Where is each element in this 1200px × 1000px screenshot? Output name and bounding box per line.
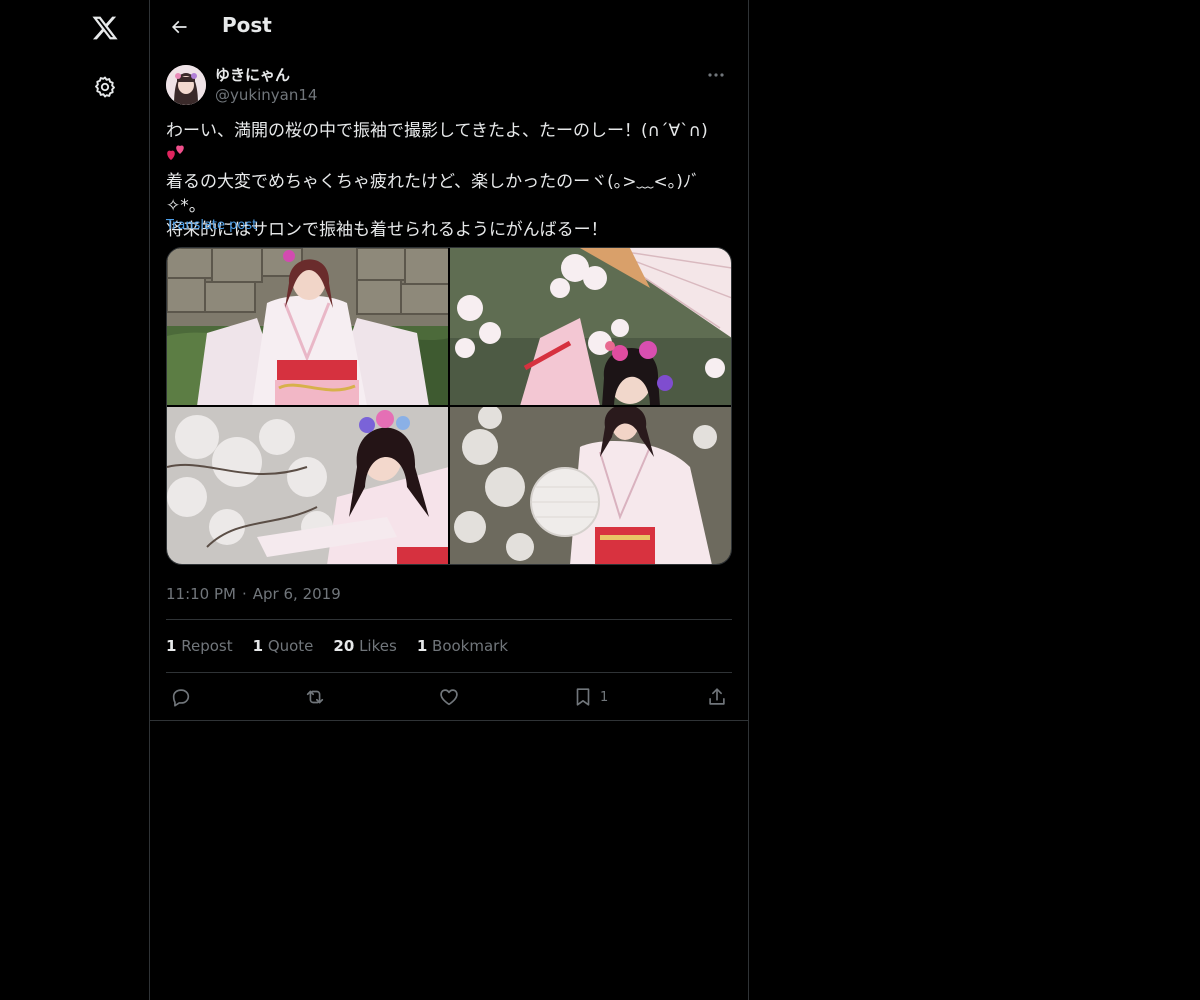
bookmark-count: 1 <box>600 689 609 705</box>
post-bottom-border <box>150 720 748 721</box>
reply-icon <box>172 689 190 707</box>
bookmarks-stat[interactable]: 1 Bookmark <box>417 636 508 656</box>
repost-button[interactable] <box>304 682 326 712</box>
left-rail <box>0 0 150 1000</box>
post-actions: 1 <box>166 682 732 712</box>
page-header: Post <box>150 0 748 54</box>
post-date: Apr 6, 2019 <box>252 585 341 603</box>
post-timestamp[interactable]: 11:10 PM · Apr 6, 2019 <box>166 584 341 604</box>
more-options-button[interactable] <box>702 64 730 86</box>
post-text-line-1: わーい、満開の桜の中で振袖で撮影してきたよ、たーのしー！(∩´∀`∩) <box>166 121 708 141</box>
divider <box>166 672 732 673</box>
media-grid <box>166 247 732 565</box>
like-button[interactable] <box>438 682 460 712</box>
bookmark-button[interactable]: 1 <box>572 682 608 712</box>
photo-2[interactable] <box>450 248 731 405</box>
post-time: 11:10 PM <box>166 585 236 603</box>
settings-button[interactable] <box>83 65 127 109</box>
timestamp-separator: · <box>241 585 247 603</box>
photo-4[interactable] <box>450 407 731 564</box>
reposts-stat[interactable]: 1 Repost <box>166 636 233 656</box>
x-logo-icon[interactable] <box>83 6 127 50</box>
main-column: Post ゆきにゃん @yukinyan14 わーい、満開の桜の中で振袖で撮影し… <box>150 0 749 1000</box>
post-stats: 1 Repost 1 Quote 20 Likes 1 Bookmark <box>166 636 528 656</box>
gear-icon <box>95 76 115 98</box>
quotes-stat[interactable]: 1 Quote <box>253 636 314 656</box>
more-horizontal-icon <box>708 73 724 77</box>
likes-stat[interactable]: 20 Likes <box>333 636 396 656</box>
author-display-name[interactable]: ゆきにゃん <box>215 65 317 85</box>
bookmark-icon <box>576 688 590 706</box>
photo-1[interactable] <box>167 248 448 405</box>
share-button[interactable] <box>706 682 728 712</box>
author-info: ゆきにゃん @yukinyan14 <box>215 65 317 105</box>
author-handle[interactable]: @yukinyan14 <box>215 85 317 105</box>
divider <box>166 619 732 620</box>
back-button[interactable] <box>162 10 196 44</box>
two-hearts-icon <box>166 143 188 170</box>
avatar[interactable] <box>166 65 206 105</box>
page-title: Post <box>222 13 272 37</box>
translate-post-link[interactable]: Translate post <box>166 218 257 233</box>
repost-icon <box>306 690 324 704</box>
arrow-left-icon <box>171 20 187 34</box>
share-icon <box>709 688 725 705</box>
photo-3[interactable] <box>167 407 448 564</box>
post-text-line-3: 着るの大変でめちゃくちゃ疲れたけど、楽しかったのーヾ(｡>﹏<｡)ﾉﾞ✧*。 <box>166 172 700 216</box>
reply-button[interactable] <box>170 682 192 712</box>
heart-icon <box>440 689 458 706</box>
